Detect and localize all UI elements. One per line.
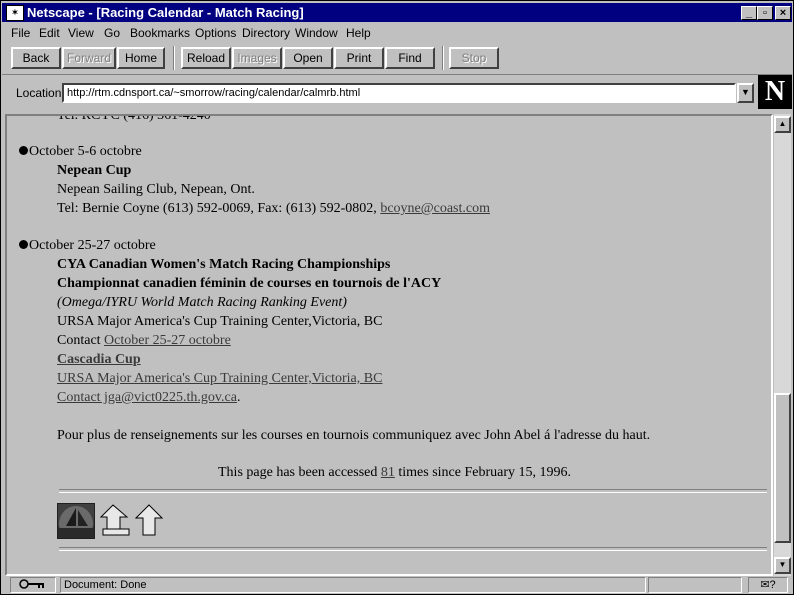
venue-link-line: URSA Major America's Cup Training Center… (57, 371, 382, 387)
progress-panel (648, 577, 742, 593)
period: . (236, 390, 241, 405)
counter-suffix: times since February 15, 1996. (394, 465, 572, 480)
horizontal-rule (59, 547, 767, 551)
browser-window: ✶ Netscape - [Racing Calendar - Match Ra… (0, 0, 794, 595)
scroll-up-arrow[interactable]: ▲ (774, 116, 791, 133)
access-counter: This page has been accessed 81 times sin… (218, 465, 571, 481)
menu-bookmarks[interactable]: Bookmarks (130, 26, 190, 40)
event-venue: URSA Major America's Cup Training Center… (57, 314, 383, 329)
toolbar: Back Forward Home Reload Images Open Pri… (5, 44, 789, 72)
event-date-text: October 25-27 octobre (29, 238, 156, 253)
up-level-arrow-icon[interactable] (99, 503, 131, 537)
toolbar-separator (442, 46, 444, 70)
scroll-down-arrow[interactable]: ▼ (774, 557, 791, 574)
status-text: Document: Done (60, 577, 646, 593)
reload-button[interactable]: Reload (181, 47, 231, 69)
forward-button[interactable]: Forward (62, 47, 116, 69)
toolbar-separator (173, 46, 175, 70)
location-label: Location: (16, 86, 65, 100)
menu-view[interactable]: View (68, 26, 94, 40)
horizontal-rule (59, 489, 767, 493)
print-button[interactable]: Print (334, 47, 384, 69)
maximize-button[interactable]: ▫ (757, 6, 773, 20)
images-button[interactable]: Images (232, 47, 282, 69)
event-name-french: Championnat canadien féminin de courses … (57, 276, 442, 291)
netscape-app-icon[interactable]: ✶ (6, 5, 24, 21)
status-bar: Document: Done ✉? (2, 576, 792, 594)
event-tel: Tel: Bernie Coyne (613) 592-0069, Fax: (… (57, 201, 381, 216)
cascadia-cup-link-text[interactable]: Cascadia Cup (57, 352, 141, 367)
bullet-icon (19, 146, 28, 155)
menu-options[interactable]: Options (195, 26, 236, 40)
event-date: October 5-6 octobre (19, 144, 142, 160)
close-button[interactable]: × (775, 6, 791, 20)
contact-label: Contact (57, 333, 105, 348)
home-button[interactable]: Home (117, 47, 165, 69)
event-date: October 25-27 octobre (19, 238, 156, 254)
menu-file[interactable]: File (11, 26, 30, 40)
window-title: Netscape - [Racing Calendar - Match Raci… (27, 5, 304, 20)
up-arrow-icon[interactable] (134, 503, 164, 537)
date-link[interactable]: October 25-27 octobre (104, 333, 231, 348)
email-link[interactable]: bcoyne@coast.com (380, 201, 490, 216)
counter-prefix: This page has been accessed (218, 465, 381, 480)
event-subtitle: (Omega/IYRU World Match Racing Ranking E… (57, 295, 347, 310)
back-button[interactable]: Back (11, 47, 61, 69)
stop-button[interactable]: Stop (449, 47, 499, 69)
menu-bar: File Edit View Go Bookmarks Options Dire… (2, 23, 792, 43)
event-venue: Nepean Sailing Club, Nepean, Ont. (57, 182, 255, 197)
event-date-text: October 5-6 octobre (29, 144, 142, 159)
minimize-button[interactable]: _ (741, 6, 757, 20)
page-content: Tel. RCYC (416) 361-4240 October 5-6 oct… (5, 114, 773, 576)
event-contact-line: Tel: Bernie Coyne (613) 592-0069, Fax: (… (57, 201, 490, 217)
venue-link[interactable]: URSA Major America's Cup Training Center… (57, 371, 382, 386)
event-contact-line: Contact October 25-27 octobre (57, 333, 231, 349)
netscape-logo[interactable]: N (758, 75, 792, 109)
location-bar: Location: http://rtm.cdnsport.ca/~smorro… (2, 74, 792, 113)
sailboat-icon[interactable] (57, 503, 95, 542)
clipped-contact-line: Tel. RCYC (416) 361-4240 (57, 114, 211, 123)
contact-email-link[interactable]: Contact jga@vict0225.th.gov.ca (57, 390, 237, 405)
event-name: Nepean Cup (57, 163, 132, 178)
menu-directory[interactable]: Directory (242, 26, 290, 40)
find-button[interactable]: Find (385, 47, 435, 69)
location-dropdown-button[interactable]: ▼ (737, 83, 754, 103)
cascadia-cup-link[interactable]: Cascadia Cup (57, 352, 141, 368)
title-bar: ✶ Netscape - [Racing Calendar - Match Ra… (2, 3, 792, 22)
contact-email-line: Contact jga@vict0225.th.gov.ca. (57, 390, 240, 406)
menu-help[interactable]: Help (346, 26, 371, 40)
vertical-scrollbar[interactable]: ▲ ▼ (774, 114, 791, 576)
mail-icon[interactable]: ✉? (748, 577, 788, 593)
counter-link[interactable]: 81 (381, 465, 395, 480)
location-input[interactable]: http://rtm.cdnsport.ca/~smorrow/racing/c… (62, 83, 736, 103)
security-key-icon[interactable] (10, 577, 56, 593)
scrollbar-thumb[interactable] (774, 393, 791, 543)
menu-go[interactable]: Go (104, 26, 120, 40)
info-paragraph: Pour plus de renseignements sur les cour… (57, 428, 651, 443)
menu-edit[interactable]: Edit (39, 26, 60, 40)
menu-window[interactable]: Window (295, 26, 338, 40)
open-button[interactable]: Open (283, 47, 333, 69)
event-name-english: CYA Canadian Women's Match Racing Champi… (57, 257, 391, 272)
bullet-icon (19, 240, 28, 249)
